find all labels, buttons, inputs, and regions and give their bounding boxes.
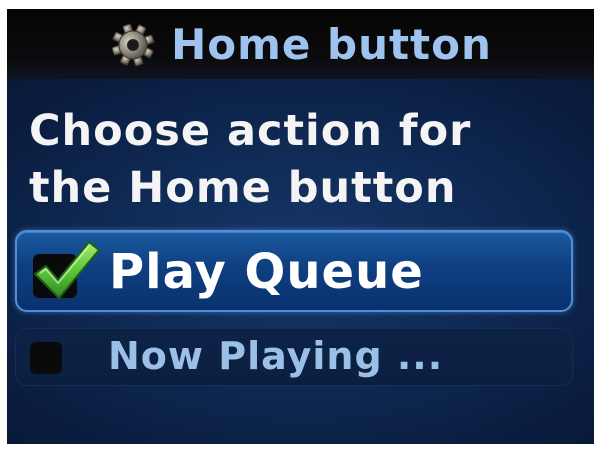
title-bar: Home button	[7, 9, 594, 79]
checkbox-unchecked[interactable]	[30, 342, 62, 374]
option-now-playing[interactable]: Now Playing ...	[15, 328, 573, 386]
option-label-play-queue: Play Queue	[109, 244, 424, 300]
prompt-line-1: Choose action for	[29, 106, 472, 156]
prompt-text: Choose action for the Home button	[29, 103, 471, 217]
option-play-queue[interactable]: Play Queue	[15, 230, 573, 312]
device-screen: Home button Choose action for the Home b…	[7, 9, 594, 444]
page-title: Home button	[171, 19, 492, 69]
prompt-line-2: the Home button	[29, 163, 457, 213]
option-label-now-playing: Now Playing ...	[108, 334, 444, 378]
gear-icon	[111, 23, 155, 67]
checkmark-icon	[34, 241, 100, 299]
